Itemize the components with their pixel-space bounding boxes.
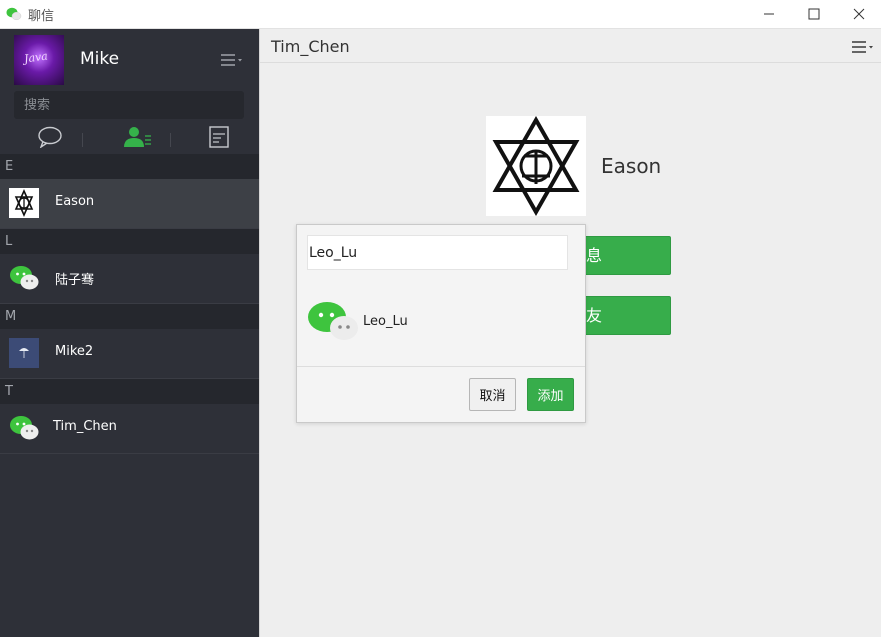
wechat-logo-avatar (10, 416, 39, 440)
contact-detail-name: Eason (601, 154, 662, 178)
umbrella-avatar (9, 338, 39, 368)
tab-divider (82, 133, 83, 147)
minimize-icon (764, 13, 774, 15)
tab-contacts[interactable] (118, 123, 158, 151)
search-result-name: Leo_Lu (363, 314, 408, 329)
contact-list: E Eason L 陆子骞 M Mike2 T Tim_Chen (0, 154, 259, 454)
cancel-button[interactable]: 取消 (469, 378, 516, 411)
contact-item-tim-chen[interactable]: Tim_Chen (0, 404, 259, 454)
group-header-l: L (0, 229, 259, 254)
sidebar: Java Mike 搜索 E Eason L 陆子骞 M Mike2 T Tim… (0, 29, 259, 637)
main-header: Tim_Chen (260, 29, 881, 63)
contacts-icon (124, 127, 151, 147)
group-header-m: M (0, 304, 259, 329)
contact-name: Mike2 (55, 344, 94, 359)
tab-documents[interactable] (199, 123, 239, 151)
profile-avatar-text: Java (23, 49, 49, 66)
main-title: Tim_Chen (271, 37, 350, 56)
close-button[interactable] (836, 0, 881, 28)
window-titlebar: 聊信 (0, 0, 881, 29)
dialog-divider (297, 366, 585, 367)
app-logo-icon (6, 7, 22, 21)
wechat-logo-avatar (308, 302, 358, 340)
contact-name: Eason (55, 194, 95, 209)
contact-item-mike2[interactable]: Mike2 (0, 329, 259, 379)
window-title: 聊信 (28, 9, 55, 24)
maximize-button[interactable] (791, 0, 837, 28)
document-icon (209, 126, 229, 148)
main-menu-icon[interactable] (851, 40, 877, 54)
group-header-e: E (0, 154, 259, 179)
profile-avatar[interactable]: Java (14, 35, 64, 85)
friend-search-input[interactable] (307, 235, 568, 270)
sidebar-tabs (0, 123, 259, 151)
tab-chats[interactable] (30, 123, 70, 151)
chat-bubble-icon (38, 126, 62, 148)
add-friend-dialog: Leo_Lu 取消 添加 (296, 224, 586, 423)
search-result-item[interactable]: Leo_Lu (297, 295, 585, 345)
star-emblem-avatar (9, 188, 39, 218)
maximize-icon (808, 8, 820, 20)
tab-divider (170, 133, 171, 147)
contact-detail-avatar (486, 116, 586, 216)
contact-item-luziqian[interactable]: 陆子骞 (0, 254, 259, 304)
add-button[interactable]: 添加 (527, 378, 574, 411)
minimize-button[interactable] (746, 0, 792, 28)
contact-item-eason[interactable]: Eason (0, 179, 259, 229)
contact-name: Tim_Chen (53, 419, 117, 434)
sidebar-menu-icon[interactable] (220, 53, 246, 69)
close-icon (853, 8, 865, 20)
profile-name: Mike (80, 49, 120, 69)
search-input[interactable] (14, 91, 244, 119)
wechat-logo-avatar (10, 266, 39, 290)
group-header-t: T (0, 379, 259, 404)
contact-name: 陆子骞 (55, 273, 95, 288)
